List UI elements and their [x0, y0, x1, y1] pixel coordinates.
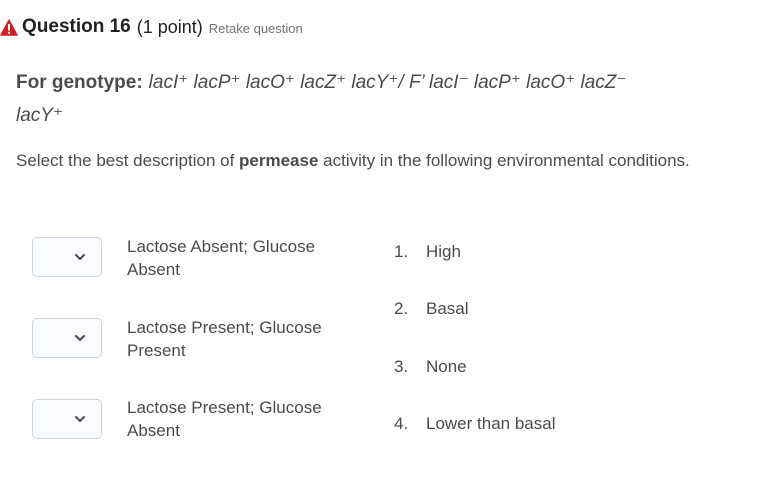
instruction-keyword: permease	[239, 151, 319, 170]
genotype-line-2: lacY⁺	[16, 105, 63, 126]
instruction-text-before: Select the best description of	[16, 151, 240, 170]
question-page: Question 16 (1 point) Retake question Fo…	[0, 0, 768, 482]
chevron-down-icon	[75, 335, 85, 341]
genotype-lead: For genotype:	[16, 72, 143, 93]
choice-number: 4.	[394, 414, 409, 433]
choice-label: Basal	[426, 299, 469, 318]
match-select-2[interactable]	[32, 318, 102, 358]
condition-1-label: Lactose Absent; Glucose Absent	[127, 237, 316, 279]
chevron-down-icon	[75, 254, 85, 260]
choice-item: 1. High	[394, 242, 461, 262]
choice-label: Lower than basal	[426, 414, 556, 433]
match-select-1[interactable]	[32, 237, 102, 277]
question-title: Question 16	[22, 16, 131, 37]
choice-number: 1.	[394, 242, 409, 261]
warning-icon	[0, 18, 18, 36]
genotype-statement: For genotype: lacI⁺ lacP⁺ lacO⁺ lacZ⁺ lac…	[16, 66, 746, 132]
question-points: (1 point)	[136, 16, 203, 37]
match-select-3[interactable]	[32, 399, 102, 439]
condition-3-label: Lactose Present; Glucose Absent	[127, 398, 322, 440]
genotype-line-1: lacI⁺ lacP⁺ lacO⁺ lacZ⁺ lacY⁺/ F’ lacI⁻ …	[148, 72, 627, 93]
choice-item: 4. Lower than basal	[394, 414, 555, 434]
condition-2-label: Lactose Present; Glucose Present	[127, 318, 322, 360]
question-header: Question 16 (1 point) Retake question	[0, 13, 303, 41]
choice-item: 3. None	[394, 357, 467, 377]
choice-label: High	[426, 242, 461, 261]
choice-number: 2.	[394, 299, 409, 318]
choice-number: 3.	[394, 357, 409, 376]
instruction-text-after: activity in the following environmental …	[318, 151, 690, 170]
chevron-down-icon	[75, 416, 85, 422]
question-instruction: Select the best description of permease …	[16, 149, 736, 172]
retake-question-label: Retake question	[208, 20, 303, 36]
choice-item: 2. Basal	[394, 299, 469, 319]
choice-label: None	[426, 357, 467, 376]
